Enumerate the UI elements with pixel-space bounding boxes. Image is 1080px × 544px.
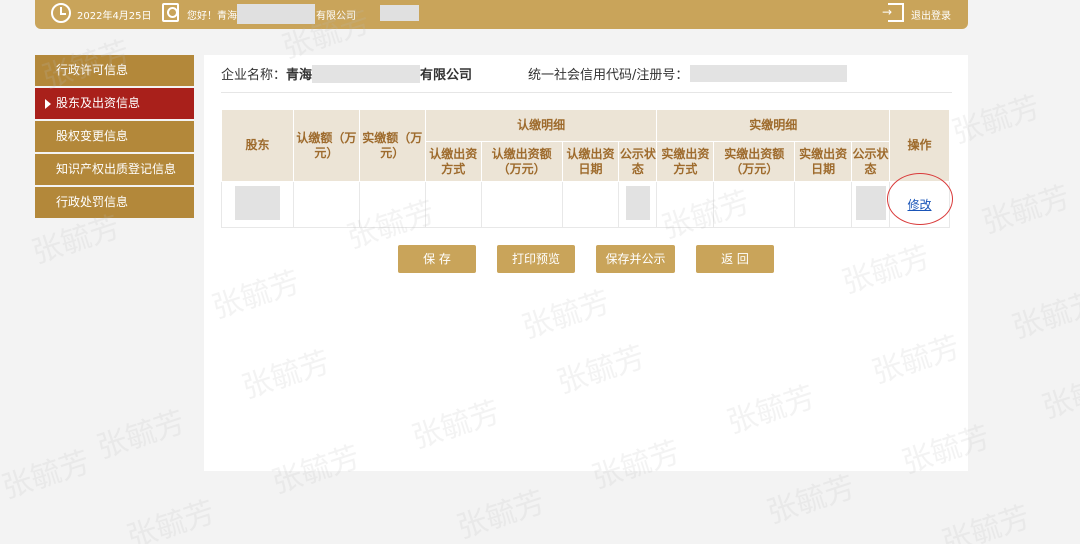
col-header-shareholder: 股东 bbox=[221, 109, 294, 182]
watermark: 张毓芳 bbox=[92, 404, 190, 466]
watermark: 张毓芳 bbox=[122, 494, 220, 544]
logout-link[interactable]: 退出登录 bbox=[911, 7, 951, 22]
redacted-block bbox=[312, 65, 420, 83]
redacted-block bbox=[625, 186, 650, 220]
col-header-sub-status: 公示状态 bbox=[618, 141, 658, 182]
shareholder-table: 股东 认缴额（万元） 实缴额（万元） 认缴明细 实缴明细 操作 认缴出资方式 认… bbox=[221, 109, 954, 228]
watermark: 张毓芳 bbox=[1007, 284, 1080, 346]
cell-paid-status bbox=[851, 181, 891, 228]
print-preview-button[interactable]: 打印预览 bbox=[497, 245, 575, 273]
cell-sub-date bbox=[561, 181, 620, 228]
edit-link[interactable]: 修改 bbox=[908, 198, 932, 212]
sidebar-item-ip-pledge[interactable]: 知识产权出质登记信息 bbox=[35, 154, 194, 185]
company-name-suffix: 有限公司 bbox=[420, 68, 473, 83]
watermark: 张毓芳 bbox=[1037, 364, 1080, 426]
redacted-block bbox=[690, 65, 847, 82]
col-header-sub-detail: 认缴明细 bbox=[424, 109, 658, 142]
col-header-sub-amount: 认缴出资额（万元） bbox=[480, 141, 563, 182]
col-header-action: 操作 bbox=[889, 109, 950, 182]
logout-icon[interactable] bbox=[882, 3, 904, 22]
redacted-block bbox=[380, 5, 419, 21]
sidebar-item-label: 股东及出资信息 bbox=[56, 96, 141, 110]
cell-shareholder bbox=[221, 181, 294, 228]
save-button[interactable]: 保 存 bbox=[398, 245, 476, 273]
watermark: 张毓芳 bbox=[762, 469, 860, 531]
credit-code-label: 统一社会信用代码/注册号： bbox=[528, 68, 689, 83]
col-header-paid-status: 公示状态 bbox=[851, 141, 891, 182]
sidebar-item-equity-change[interactable]: 股权变更信息 bbox=[35, 121, 194, 152]
back-button[interactable]: 返 回 bbox=[696, 245, 774, 273]
cell-sub-status bbox=[618, 181, 658, 228]
col-header-sub-method: 认缴出资方式 bbox=[424, 141, 482, 182]
table-row: 修改 bbox=[221, 173, 954, 228]
top-bar: 2022年4月25日 您好！青海 有限公司 退出登录 bbox=[35, 0, 968, 29]
col-header-paid-method: 实缴出资方式 bbox=[656, 141, 715, 182]
redacted-block bbox=[234, 186, 280, 220]
col-header-paid-date: 实缴出资日期 bbox=[794, 141, 853, 182]
clock-icon bbox=[51, 3, 71, 23]
watermark: 张毓芳 bbox=[0, 444, 95, 506]
col-header-paid-amount: 实缴出资额（万元） bbox=[713, 141, 796, 182]
redacted-block bbox=[855, 186, 886, 220]
cell-sub-amount bbox=[480, 181, 563, 228]
col-header-sub-date: 认缴出资日期 bbox=[561, 141, 620, 182]
sidebar-item-label: 行政处罚信息 bbox=[56, 195, 129, 209]
col-header-subscribed: 认缴额（万元） bbox=[292, 109, 360, 182]
watermark: 张毓芳 bbox=[977, 179, 1075, 241]
greeting-text: 您好！青海 bbox=[187, 11, 237, 22]
sidebar-item-label: 知识产权出质登记信息 bbox=[56, 162, 177, 176]
sidebar-item-label: 股权变更信息 bbox=[56, 129, 129, 143]
col-header-paid: 实缴额（万元） bbox=[358, 109, 426, 182]
col-header-paid-detail: 实缴明细 bbox=[656, 109, 891, 142]
save-and-publish-button[interactable]: 保存并公示 bbox=[596, 245, 675, 273]
company-name-prefix: 青海 bbox=[286, 68, 313, 83]
current-date: 2022年4月25日 bbox=[77, 11, 152, 22]
watermark: 张毓芳 bbox=[937, 499, 1035, 544]
caret-right-icon bbox=[45, 99, 51, 109]
watermark: 张毓芳 bbox=[452, 484, 550, 544]
user-card-icon bbox=[162, 3, 179, 22]
cell-action: 修改 bbox=[887, 173, 954, 228]
company-name-label: 企业名称： bbox=[221, 68, 287, 83]
cell-paid-date bbox=[794, 181, 853, 228]
divider bbox=[221, 92, 952, 93]
